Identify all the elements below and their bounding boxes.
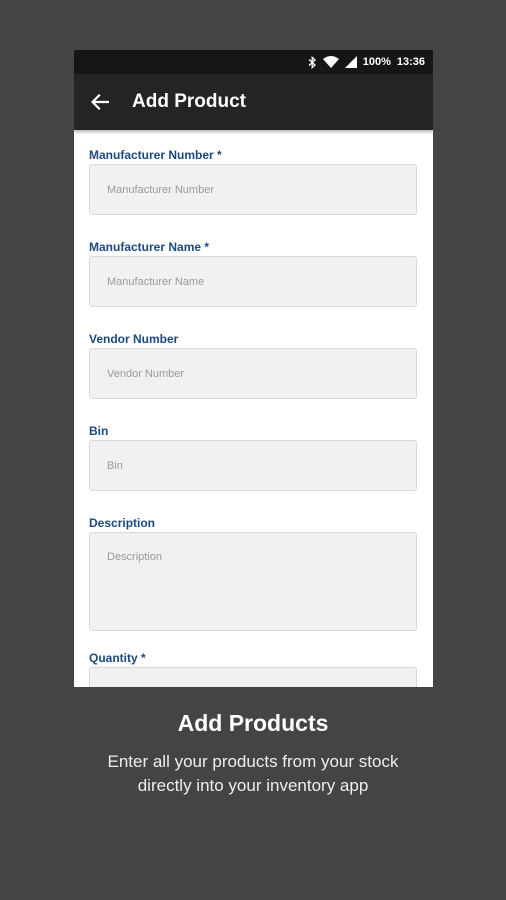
bin-placeholder: Bin bbox=[107, 459, 123, 472]
add-product-form: Manufacturer Number * Manufacturer Numbe… bbox=[74, 130, 433, 687]
status-bar: 100% 13:36 bbox=[74, 50, 433, 74]
wifi-icon bbox=[322, 56, 339, 68]
description-textarea[interactable]: Description bbox=[89, 532, 417, 631]
bin-label: Bin bbox=[89, 424, 109, 438]
quantity-input[interactable] bbox=[89, 667, 417, 687]
signal-icon bbox=[344, 56, 357, 68]
manufacturer-number-input[interactable]: Manufacturer Number bbox=[89, 164, 417, 215]
manufacturer-name-label: Manufacturer Name * bbox=[89, 240, 210, 254]
arrow-left-icon bbox=[91, 94, 109, 110]
caption-line-2: directly into your inventory app bbox=[137, 776, 369, 795]
back-button[interactable] bbox=[74, 74, 128, 130]
battery-level: 100% bbox=[362, 56, 391, 68]
clock: 13:36 bbox=[396, 56, 425, 68]
phone-screen: 100% 13:36 Add Product Manufacturer Numb… bbox=[74, 50, 433, 687]
caption-line-1: Enter all your products from your stock bbox=[107, 752, 399, 771]
description-placeholder: Description bbox=[107, 551, 163, 563]
manufacturer-name-placeholder: Manufacturer Name bbox=[107, 275, 205, 288]
manufacturer-number-placeholder: Manufacturer Number bbox=[107, 183, 214, 196]
vendor-number-input[interactable]: Vendor Number bbox=[89, 348, 417, 399]
vendor-number-placeholder: Vendor Number bbox=[107, 367, 185, 380]
bluetooth-icon bbox=[308, 55, 317, 69]
page-title: Add Product bbox=[132, 91, 246, 112]
caption-subtitle: Enter all your products from your stock … bbox=[0, 750, 506, 798]
quantity-label: Quantity * bbox=[89, 651, 146, 665]
caption-headline: Add Products bbox=[177, 710, 329, 736]
description-label: Description bbox=[89, 516, 156, 530]
bin-input[interactable]: Bin bbox=[89, 440, 417, 491]
app-bar: Add Product bbox=[74, 74, 433, 130]
manufacturer-name-input[interactable]: Manufacturer Name bbox=[89, 256, 417, 307]
manufacturer-number-label: Manufacturer Number * bbox=[89, 148, 222, 162]
vendor-number-label: Vendor Number bbox=[89, 332, 179, 346]
